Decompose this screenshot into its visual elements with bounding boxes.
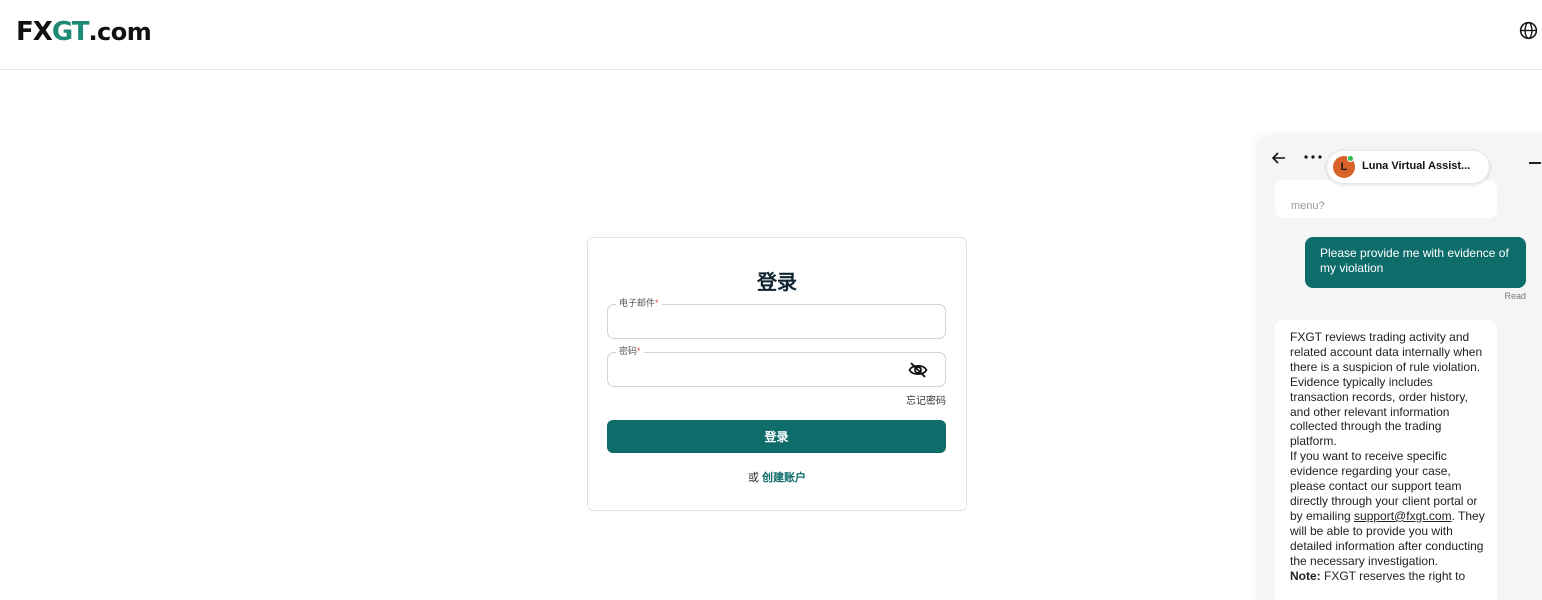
email-label-text: 电子邮件 xyxy=(619,298,656,308)
logo-part-fx: FX xyxy=(16,17,53,47)
previous-bot-message: menu? xyxy=(1275,180,1497,218)
email-label: 电子邮件* xyxy=(616,297,662,309)
forgot-password-link[interactable]: 忘记密码 xyxy=(838,392,946,407)
password-label-text: 密码 xyxy=(619,346,638,356)
create-account-line: 或 创建账户 xyxy=(588,469,966,485)
arrow-left-icon[interactable] xyxy=(1271,150,1287,166)
chat-widget: menu? L Luna Virtual Assist... Please pr… xyxy=(1259,136,1542,600)
bot-message: FXGT reviews trading activity and relate… xyxy=(1275,320,1497,600)
bot-message-paragraph-1: FXGT reviews trading activity and relate… xyxy=(1290,330,1483,449)
login-card: 登录 电子邮件* 密码* 忘记密码 登录 或 创建账户 xyxy=(587,237,967,511)
agent-name: Luna Virtual Assist... xyxy=(1362,160,1471,172)
ellipsis-icon[interactable] xyxy=(1303,154,1323,160)
password-label: 密码* xyxy=(616,345,644,357)
password-field[interactable]: 密码* xyxy=(607,345,946,387)
previous-message-text: menu? xyxy=(1291,200,1325,212)
bot-message-note: Note: FXGT reserves the right to xyxy=(1290,569,1487,584)
fxgt-logo[interactable]: FXGT.com xyxy=(16,17,152,47)
top-header: FXGT.com xyxy=(0,0,1542,70)
read-receipt: Read xyxy=(1504,291,1526,301)
eye-slash-icon[interactable] xyxy=(908,361,928,379)
password-input[interactable] xyxy=(618,361,898,379)
email-field[interactable]: 电子邮件* xyxy=(607,297,946,339)
logo-part-gt: GT xyxy=(51,17,90,47)
minimize-icon[interactable] xyxy=(1529,162,1541,164)
email-input[interactable] xyxy=(618,313,898,331)
required-mark: * xyxy=(637,346,641,356)
create-account-link[interactable]: 创建账户 xyxy=(762,472,806,484)
note-label: Note: xyxy=(1290,568,1321,583)
online-status-dot xyxy=(1347,155,1354,162)
logo-part-com: .com xyxy=(88,18,152,46)
support-email-link[interactable]: support@fxgt.com xyxy=(1354,509,1452,523)
login-title: 登录 xyxy=(757,272,797,294)
required-mark: * xyxy=(655,298,659,308)
or-text: 或 xyxy=(747,472,759,484)
note-text: FXGT reserves the right to xyxy=(1320,568,1466,583)
user-message: Please provide me with evidence of my vi… xyxy=(1305,237,1526,288)
bot-message-paragraph-2: If you want to receive specific evidence… xyxy=(1290,449,1487,568)
page: FXGT.com 登录 电子邮件* 密码* 忘记密码 登录 或 创建账户 men… xyxy=(0,0,1542,600)
login-button[interactable]: 登录 xyxy=(607,420,946,453)
agent-header-pill[interactable]: L Luna Virtual Assist... xyxy=(1327,151,1489,183)
globe-icon[interactable] xyxy=(1519,21,1538,40)
